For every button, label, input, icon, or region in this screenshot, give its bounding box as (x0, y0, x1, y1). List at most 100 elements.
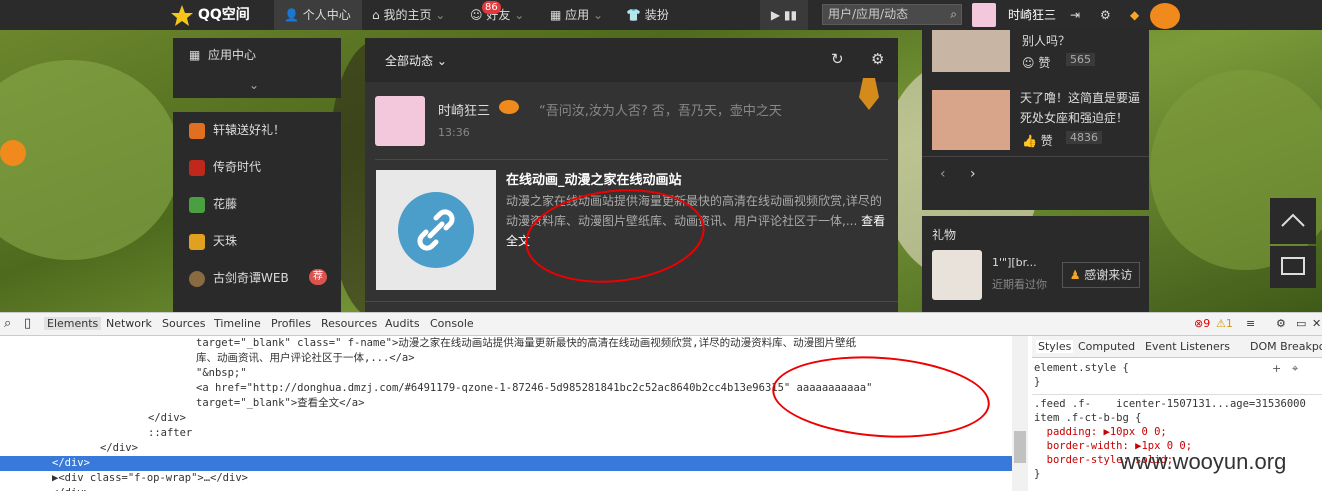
prev-arrow-icon[interactable]: ‹ (940, 166, 946, 182)
tab-sources[interactable]: Sources (162, 317, 206, 330)
side-app-item[interactable]: 传奇时代 (189, 157, 261, 177)
like-count: 565 (1066, 53, 1095, 66)
like-icon: ☺ (1022, 56, 1035, 70)
visitor-subtitle: 近期看过你 (992, 278, 1047, 291)
gear-icon[interactable]: ⚙ (1276, 317, 1286, 330)
dock-icon[interactable]: ▭ (1296, 317, 1306, 330)
thanks-visit-button[interactable]: ♟ 感谢来访 (1062, 262, 1140, 288)
style-rule-line[interactable]: .feed .f- icenter-1507131...age=31536000 (1034, 397, 1322, 411)
friends-count-badge: 86 (482, 1, 501, 14)
side-app-item[interactable]: 轩辕送好礼！ (189, 120, 285, 140)
app-icon (189, 196, 205, 213)
feed-panel: 全部动态 ⌄ ↻ ⚙ 时崎狂三 “吾问汝,汝为人否? 否，吾乃天，壶中之天 13… (365, 38, 898, 312)
style-rule-line[interactable]: item .f-ct-b-bg { (1034, 411, 1322, 425)
gear-icon[interactable]: ⚙ (871, 50, 884, 68)
dom-node-line[interactable]: target="_blank" class=" f-name">动漫之家在线动画… (0, 336, 1012, 351)
dom-node-line[interactable]: </div> (0, 486, 1012, 491)
tab-dom-breakpoints[interactable]: DOM Breakpoints (1250, 340, 1322, 353)
tab-audits[interactable]: Audits (385, 317, 420, 330)
visitor-avatar[interactable] (932, 250, 982, 300)
news-thumbnail[interactable] (932, 30, 1010, 72)
dom-node-line[interactable]: </div> (0, 441, 1012, 456)
nav-personal-center[interactable]: 👤 个人中心 (274, 0, 362, 30)
tab-console[interactable]: Console (430, 317, 474, 330)
next-arrow-icon[interactable]: › (970, 166, 976, 182)
expand-chevron-icon[interactable]: ⌄ (249, 78, 259, 92)
toggle-state-icon[interactable]: ⌖ (1292, 362, 1298, 376)
recommend-panel: 别人吗？ ☺ 赞 565 天了噜！这简直是要逼死处女座和强迫症！ 👍 赞 483… (922, 30, 1149, 210)
qzone-logo[interactable]: QQ空间 (170, 0, 270, 30)
app-center-link[interactable]: ▦ 应用中心 (189, 46, 256, 63)
like-button[interactable]: 👍 赞 (1022, 132, 1053, 149)
inspect-icon[interactable]: ⌕ (4, 316, 11, 331)
side-app-list: 轩辕送好礼！ 传奇时代 花藤 天珠 古剑奇谭WEB 荐 (173, 112, 341, 312)
nav-decorate[interactable]: 👕 装扮 (626, 0, 686, 30)
news-title[interactable]: 别人吗？ (1022, 32, 1070, 49)
side-app-item[interactable]: 古剑奇谭WEB (189, 268, 289, 288)
post-author-avatar[interactable] (375, 96, 425, 146)
divider (365, 301, 898, 302)
chevron-down-icon: ⌄ (435, 8, 446, 22)
search-input[interactable]: 用户/应用/动态 ⌕ (822, 4, 962, 25)
app-center-label: 应用中心 (207, 48, 256, 62)
app-icon (189, 233, 205, 250)
console-drawer-icon[interactable]: ≡ (1246, 317, 1255, 330)
add-rule-icon[interactable]: + (1272, 362, 1281, 375)
dom-node-line[interactable]: ▶<div class="f-op-wrap">…</div> (0, 471, 1012, 486)
search-placeholder: 用户/应用/动态 (828, 7, 909, 21)
grid-icon: ▦ (550, 8, 562, 22)
music-player-button[interactable]: ▶ ▮▮ (760, 0, 808, 30)
top-navbar: QQ空间 👤 个人中心 ⌂ 我的主页 ⌄ ☺ 好友 ⌄ 86 ▦ 应用 ⌄ 👕 … (0, 0, 1322, 30)
app-label: 轩辕送好礼！ (213, 123, 286, 137)
window-icon (1281, 257, 1305, 275)
tab-profiles[interactable]: Profiles (271, 317, 311, 330)
gift-title: 礼物 (932, 228, 957, 242)
chevron-up-icon (1281, 213, 1305, 227)
scrollbar-thumb[interactable] (1014, 431, 1026, 463)
tab-timeline[interactable]: Timeline (214, 317, 261, 330)
scrollbar[interactable] (1012, 336, 1028, 491)
logout-icon[interactable]: ⇥ (1070, 0, 1088, 30)
search-icon[interactable]: ⌕ (950, 5, 957, 24)
like-count: 4836 (1066, 131, 1102, 144)
visitor-name[interactable]: 1'"][br... (992, 256, 1037, 269)
tab-event-listeners[interactable]: Event Listeners (1145, 340, 1230, 353)
nav-friends[interactable]: ☺ 好友 ⌄ 86 (470, 0, 530, 30)
scroll-top-button[interactable] (1270, 198, 1316, 244)
side-app-item[interactable]: 天珠 (189, 231, 237, 251)
post-author-name[interactable]: 时崎狂三 (438, 100, 490, 119)
side-app-item[interactable]: 花藤 (189, 194, 237, 214)
share-title-link[interactable]: 在线动画_动漫之家在线动画站 (506, 169, 891, 188)
post-quote: “吾问汝,汝为人否? 否，吾乃天，壶中之天 (539, 104, 782, 119)
news-thumbnail[interactable] (932, 90, 1010, 150)
nav-my-home[interactable]: ⌂ 我的主页 ⌄ (372, 0, 462, 30)
gear-icon[interactable]: ⚙ (1100, 0, 1118, 30)
username-link[interactable]: 时崎狂三 (1008, 0, 1068, 30)
diamond-icon[interactable]: ◆ (1130, 0, 1148, 30)
warning-count[interactable]: ⚠1 (1216, 317, 1233, 330)
device-mode-icon[interactable]: ▯ (24, 316, 31, 331)
refresh-icon[interactable]: ↻ (831, 50, 844, 68)
close-icon[interactable]: ✕ (1312, 317, 1321, 330)
tab-styles[interactable]: Styles (1036, 340, 1074, 353)
nav-apps[interactable]: ▦ 应用 ⌄ (550, 0, 620, 30)
gift-icon: ♟ (1069, 268, 1081, 282)
style-rule-line[interactable]: } (1034, 375, 1322, 389)
news-title[interactable]: 天了噜！这简直是要逼死处女座和强迫症！ (1020, 88, 1144, 128)
chevron-down-icon: ⌄ (436, 54, 447, 68)
avatar-image (972, 3, 996, 27)
divider (1032, 394, 1322, 395)
dom-node-line[interactable]: </div> (0, 456, 1012, 471)
avatar[interactable] (972, 0, 998, 30)
like-button[interactable]: ☺ 赞 (1022, 54, 1050, 71)
tab-computed[interactable]: Computed (1078, 340, 1135, 353)
tab-network[interactable]: Network (106, 317, 152, 330)
tab-elements[interactable]: Elements (44, 317, 102, 330)
error-count[interactable]: ⊗9 (1194, 317, 1210, 330)
style-rule-line[interactable]: padding: ▶10px 0 0; (1034, 425, 1322, 439)
share-thumbnail[interactable] (376, 170, 496, 290)
fullscreen-button[interactable] (1270, 246, 1316, 288)
thanks-label: 感谢来访 (1084, 268, 1133, 282)
feed-filter-dropdown[interactable]: 全部动态 ⌄ (385, 52, 447, 69)
tab-resources[interactable]: Resources (321, 317, 377, 330)
